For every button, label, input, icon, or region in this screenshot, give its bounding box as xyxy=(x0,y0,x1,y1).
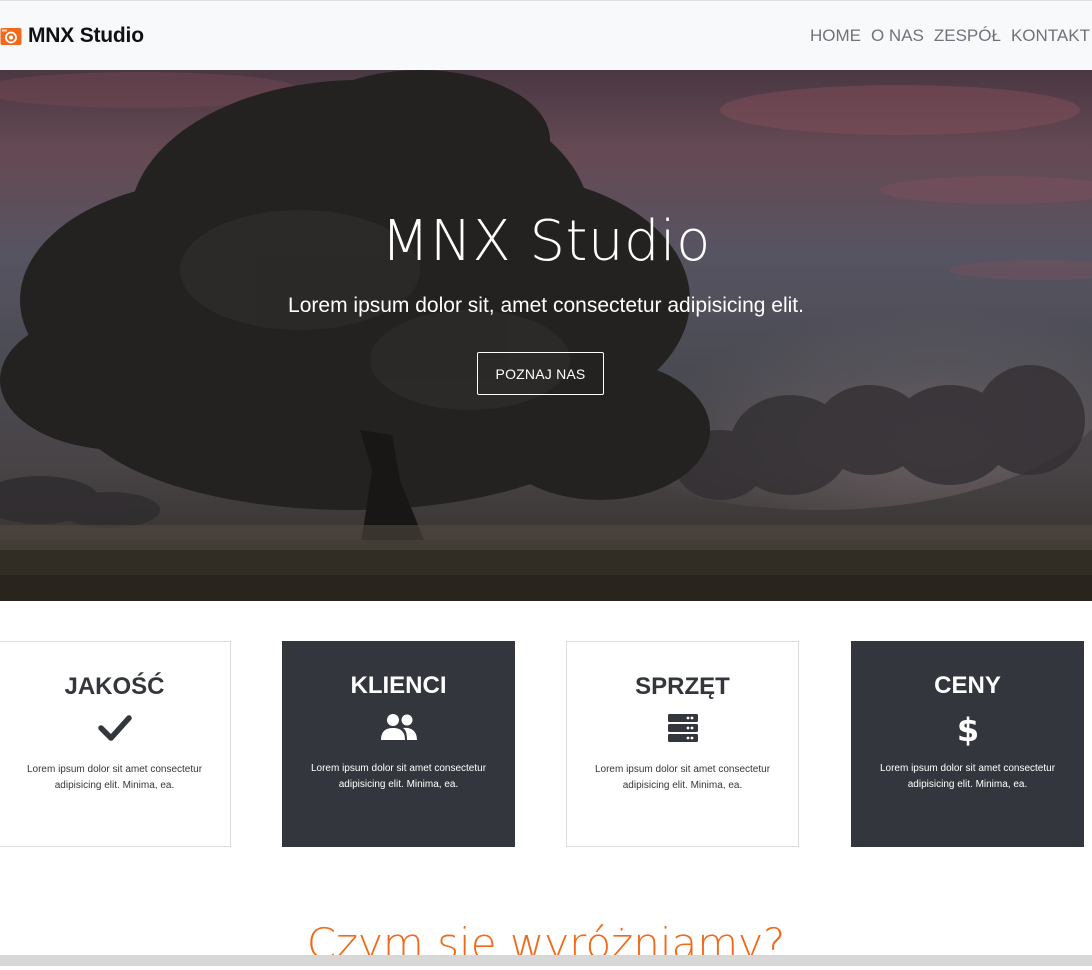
hero-section: MNX Studio Lorem ipsum dolor sit, amet c… xyxy=(0,70,1092,601)
main-nav: HOME O NAS ZESPÓŁ KONTAKT xyxy=(805,25,1090,47)
server-icon xyxy=(667,714,698,742)
feature-title: KLIENCI xyxy=(350,672,447,699)
feature-title: SPRZĘT xyxy=(635,673,730,700)
hero-subtitle: Lorem ipsum dolor sit, amet consectetur … xyxy=(288,294,804,317)
nav-home[interactable]: HOME xyxy=(805,25,866,47)
brand-link[interactable]: MNX Studio xyxy=(0,23,144,49)
hero-title: MNX Studio xyxy=(381,209,711,274)
hero-overlay xyxy=(0,70,1092,601)
brand-name: MNX Studio xyxy=(28,24,144,47)
feature-text: Lorem ipsum dolor sit amet consectetur a… xyxy=(310,763,487,790)
camera-icon xyxy=(0,28,22,45)
nav-kontakt[interactable]: KONTAKT xyxy=(1006,25,1090,47)
feature-card-jakosc: JAKOŚĆ Lorem ipsum dolor sit amet consec… xyxy=(0,641,231,847)
navbar: MNX Studio HOME O NAS ZESPÓŁ KONTAKT xyxy=(0,0,1092,70)
feature-title: CENY xyxy=(934,672,1001,699)
check-icon xyxy=(97,715,132,741)
feature-card-sprzet: SPRZĘT Lorem ipsum dolor sit amet consec… xyxy=(566,641,799,847)
nav-o-nas[interactable]: O NAS xyxy=(866,25,929,47)
poznaj-nas-button[interactable]: POZNAJ NAS xyxy=(477,352,604,395)
feature-text: Lorem ipsum dolor sit amet consectetur a… xyxy=(879,763,1056,790)
horizontal-scrollbar[interactable] xyxy=(0,955,1092,966)
nav-zespol[interactable]: ZESPÓŁ xyxy=(929,25,1006,47)
feature-card-ceny: CENY $ Lorem ipsum dolor sit amet consec… xyxy=(851,641,1084,847)
feature-title: JAKOŚĆ xyxy=(64,673,165,700)
users-icon xyxy=(380,714,417,740)
feature-text: Lorem ipsum dolor sit amet consectetur a… xyxy=(26,764,203,791)
feature-card-klienci: KLIENCI Lorem ipsum dolor sit amet conse… xyxy=(282,641,515,847)
dollar-icon: $ xyxy=(956,712,978,746)
svg-text:$: $ xyxy=(956,712,978,746)
feature-text: Lorem ipsum dolor sit amet consectetur a… xyxy=(594,764,771,791)
